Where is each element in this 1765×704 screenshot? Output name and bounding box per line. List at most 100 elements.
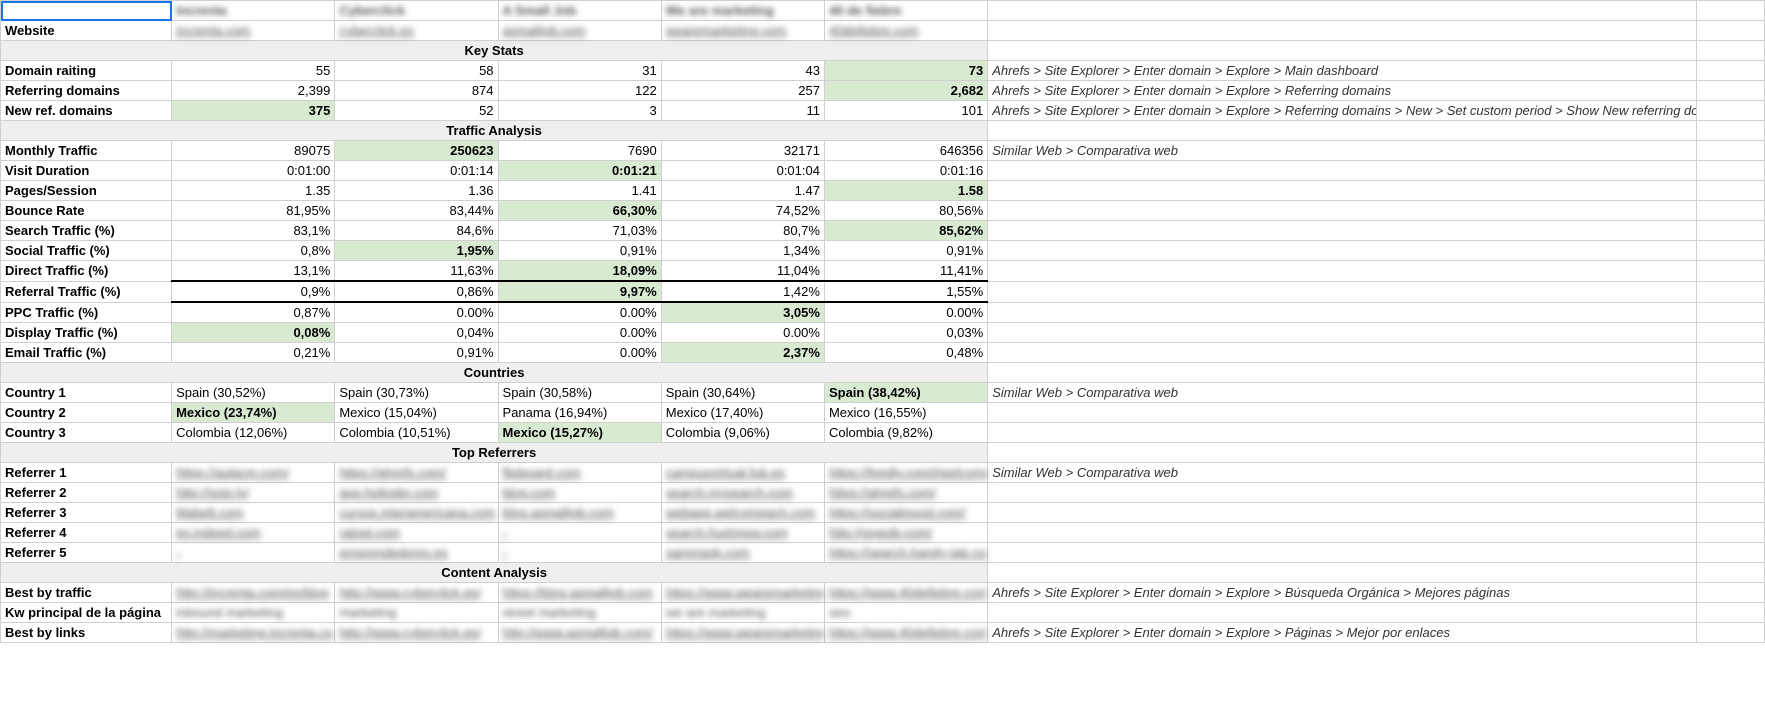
column-header[interactable]: 40 de fiebre	[824, 1, 987, 21]
row-label[interactable]: Best by traffic	[1, 583, 172, 603]
data-cell[interactable]: street marketing	[498, 603, 661, 623]
data-cell[interactable]: Panama (16,94%)	[498, 403, 661, 423]
data-cell[interactable]: 83,44%	[335, 201, 498, 221]
link-cell[interactable]: ralopt.com	[335, 523, 498, 543]
data-cell[interactable]: 11,41%	[824, 261, 987, 282]
link-cell[interactable]: http://gogoib.com/	[824, 523, 987, 543]
link-cell[interactable]: https://www.wearemarketing	[661, 583, 824, 603]
row-label[interactable]: Search Traffic (%)	[1, 221, 172, 241]
column-header[interactable]: Cyberclick	[335, 1, 498, 21]
data-cell[interactable]: 0.00%	[335, 302, 498, 323]
row-label[interactable]: Best by links	[1, 623, 172, 643]
row-label[interactable]: Country 1	[1, 383, 172, 403]
data-cell[interactable]: 7690	[498, 141, 661, 161]
data-cell[interactable]: 89075	[172, 141, 335, 161]
row-label[interactable]: Social Traffic (%)	[1, 241, 172, 261]
row-label[interactable]: Referral Traffic (%)	[1, 281, 172, 302]
data-cell[interactable]: Mexico (15,04%)	[335, 403, 498, 423]
data-cell[interactable]: 85,62%	[824, 221, 987, 241]
data-cell[interactable]: 18,09%	[498, 261, 661, 282]
data-cell[interactable]: we are marketing	[661, 603, 824, 623]
active-cell[interactable]	[1, 1, 172, 21]
row-label[interactable]: Referrer 1	[1, 463, 172, 483]
data-cell[interactable]: 0.00%	[824, 302, 987, 323]
data-cell[interactable]: 1.35	[172, 181, 335, 201]
data-cell[interactable]: 32171	[661, 141, 824, 161]
data-cell[interactable]: 0.00%	[661, 323, 824, 343]
data-cell[interactable]: 31	[498, 61, 661, 81]
link-cell[interactable]: -	[498, 543, 661, 563]
row-label[interactable]: Monthly Traffic	[1, 141, 172, 161]
data-cell[interactable]: 0.00%	[498, 302, 661, 323]
data-cell[interactable]: 0,21%	[172, 343, 335, 363]
link-cell[interactable]: http://www.cyberclick.es/	[335, 623, 498, 643]
data-cell[interactable]: 1.47	[661, 181, 824, 201]
data-cell[interactable]: 101	[824, 101, 987, 121]
data-cell[interactable]: 66,30%	[498, 201, 661, 221]
data-cell[interactable]: 0,04%	[335, 323, 498, 343]
data-cell[interactable]: 0:01:16	[824, 161, 987, 181]
website-link[interactable]: asmalljob.com	[498, 21, 661, 41]
data-cell[interactable]: Spain (30,52%)	[172, 383, 335, 403]
link-cell[interactable]: http://www.asmalljob.com/	[498, 623, 661, 643]
link-cell[interactable]: search.hushnow.com	[661, 523, 824, 543]
data-cell[interactable]: 0:01:04	[661, 161, 824, 181]
data-cell[interactable]: Colombia (9,06%)	[661, 423, 824, 443]
data-cell[interactable]: 80,7%	[661, 221, 824, 241]
data-cell[interactable]: 0:01:21	[498, 161, 661, 181]
data-cell[interactable]: 81,95%	[172, 201, 335, 221]
data-cell[interactable]: 122	[498, 81, 661, 101]
link-cell[interactable]: flipboard.com	[498, 463, 661, 483]
link-cell[interactable]: app.holinder.com	[335, 483, 498, 503]
data-cell[interactable]: inbound marketing	[172, 603, 335, 623]
data-cell[interactable]: 1.41	[498, 181, 661, 201]
row-label[interactable]: Referrer 4	[1, 523, 172, 543]
data-cell[interactable]: 9,97%	[498, 281, 661, 302]
link-cell[interactable]: https://feedly.com/i/welcome	[824, 463, 987, 483]
data-cell[interactable]: 71,03%	[498, 221, 661, 241]
data-cell[interactable]: Colombia (10,51%)	[335, 423, 498, 443]
data-cell[interactable]: 0,08%	[172, 323, 335, 343]
row-label[interactable]: Email Traffic (%)	[1, 343, 172, 363]
link-cell[interactable]: search.mysearch.com	[661, 483, 824, 503]
data-cell[interactable]: Mexico (23,74%)	[172, 403, 335, 423]
data-cell[interactable]: 0:01:14	[335, 161, 498, 181]
data-cell[interactable]: 0,91%	[824, 241, 987, 261]
data-cell[interactable]: 0,48%	[824, 343, 987, 363]
data-cell[interactable]: Colombia (12,06%)	[172, 423, 335, 443]
data-cell[interactable]: 74,52%	[661, 201, 824, 221]
link-cell[interactable]: -	[498, 523, 661, 543]
data-cell[interactable]: 874	[335, 81, 498, 101]
link-cell[interactable]: https://www.wearemarketing	[661, 623, 824, 643]
data-cell[interactable]: seo	[824, 603, 987, 623]
row-label[interactable]: Country 3	[1, 423, 172, 443]
row-label[interactable]: Country 2	[1, 403, 172, 423]
row-label[interactable]: Domain raiting	[1, 61, 172, 81]
data-cell[interactable]: 0:01:00	[172, 161, 335, 181]
link-cell[interactable]: campusvirtual.fub.es	[661, 463, 824, 483]
row-label[interactable]: Referrer 2	[1, 483, 172, 503]
link-cell[interactable]: emprendedores.es	[335, 543, 498, 563]
data-cell[interactable]: Spain (30,64%)	[661, 383, 824, 403]
data-cell[interactable]: 3	[498, 101, 661, 121]
column-header[interactable]: A Small Job	[498, 1, 661, 21]
link-cell[interactable]: https://aulacm.com/	[172, 463, 335, 483]
link-cell[interactable]: Mabelt.com	[172, 503, 335, 523]
data-cell[interactable]: Spain (38,42%)	[824, 383, 987, 403]
data-cell[interactable]: 0.00%	[498, 343, 661, 363]
link-cell[interactable]: http://snip.ly/	[172, 483, 335, 503]
data-cell[interactable]: Mexico (16,55%)	[824, 403, 987, 423]
row-label[interactable]: PPC Traffic (%)	[1, 302, 172, 323]
data-cell[interactable]: Mexico (15,27%)	[498, 423, 661, 443]
row-label[interactable]: Referrer 3	[1, 503, 172, 523]
data-cell[interactable]: 3,05%	[661, 302, 824, 323]
data-cell[interactable]: 646356	[824, 141, 987, 161]
link-cell[interactable]: http://www.cyberclick.es/	[335, 583, 498, 603]
link-cell[interactable]: cursos.interamericana.com	[335, 503, 498, 523]
data-cell[interactable]: 43	[661, 61, 824, 81]
data-cell[interactable]: 257	[661, 81, 824, 101]
row-label[interactable]: Visit Duration	[1, 161, 172, 181]
website-link[interactable]: 40defiebre.com	[824, 21, 987, 41]
data-cell[interactable]: 0,03%	[824, 323, 987, 343]
data-cell[interactable]: 0,86%	[335, 281, 498, 302]
